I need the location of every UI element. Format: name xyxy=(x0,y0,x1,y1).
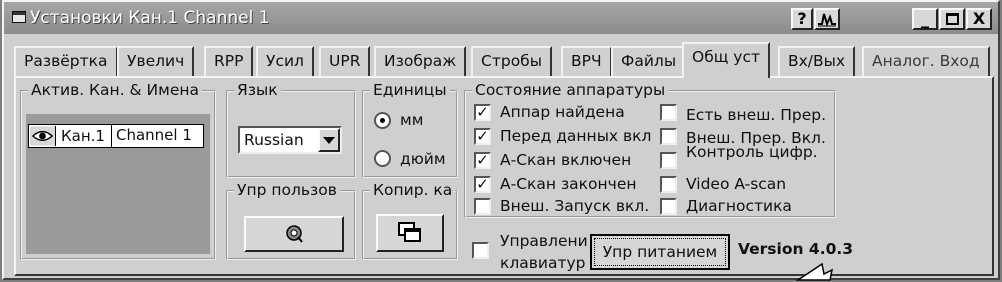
tab-analog-input[interactable]: Аналог. Вход xyxy=(862,46,990,76)
digital-control-label: Контроль цифр. xyxy=(686,143,818,161)
ext-trigger-label: Внеш. Запуск вкл. xyxy=(500,197,650,215)
tab-label: UPR xyxy=(329,52,361,70)
tab-io[interactable]: Вх/Вых xyxy=(778,46,856,76)
diagnostics-label: Диагностика xyxy=(686,197,792,215)
diagnostics-checkbox[interactable] xyxy=(660,198,677,215)
tab-label: RPP xyxy=(214,52,244,70)
power-management-button[interactable]: Упр питанием xyxy=(590,234,730,270)
user-management-button[interactable] xyxy=(244,216,344,252)
tab-label: Файлы xyxy=(621,52,677,70)
video-ascan-checkbox[interactable] xyxy=(660,176,677,193)
mouse-cursor-icon xyxy=(795,262,834,281)
title-bar[interactable]: Установки Кан.1 Channel 1 ? _ X xyxy=(4,2,998,34)
tab-gates[interactable]: Стробы xyxy=(471,46,552,76)
tab-upr[interactable]: UPR xyxy=(319,46,371,76)
help-icon: ? xyxy=(797,9,807,28)
hardware-status-title: Состояние аппаратуры xyxy=(472,81,669,99)
tab-gain[interactable]: Усил xyxy=(256,46,314,76)
hw-found-checkbox[interactable]: ✓ xyxy=(474,104,491,121)
power-management-label: Упр питанием xyxy=(594,238,726,266)
tab-label: Увелич xyxy=(127,52,185,70)
help-button[interactable]: ? xyxy=(791,8,813,30)
tab-label: Вх/Вых xyxy=(788,52,846,70)
active-channels-group: Актив. Кан. & Имена Кан.1 Channel 1 xyxy=(20,81,216,260)
channel-name-field[interactable]: Channel 1 xyxy=(111,124,203,148)
tab-tcg[interactable]: ВРЧ xyxy=(561,46,612,76)
eye-icon[interactable] xyxy=(30,126,56,146)
tab-zoom[interactable]: Увелич xyxy=(117,46,195,76)
close-button[interactable]: X xyxy=(966,8,992,30)
ext-trigger-checkbox[interactable] xyxy=(474,198,491,215)
ext-interrupt-exists-label: Есть внеш. Прер. xyxy=(686,106,827,124)
user-management-title: Упр пользов xyxy=(234,181,340,199)
tab-label: Развёртка xyxy=(24,52,108,70)
channel-list: Кан.1 Channel 1 xyxy=(26,114,210,254)
ascan-on-checkbox[interactable]: ✓ xyxy=(474,152,491,169)
user-management-icon xyxy=(286,225,303,243)
language-group: Язык Russian xyxy=(226,81,356,178)
digital-control-checkbox[interactable] xyxy=(660,152,677,169)
tab-label: ВРЧ xyxy=(571,52,602,70)
signal-chart-icon xyxy=(818,13,836,27)
radio-inch-label: дюйм xyxy=(400,150,446,168)
tab-strip: Развёртка Увелич RPP Усил UPR Изображ Ст… xyxy=(14,42,994,78)
general-settings-panel: Актив. Кан. & Имена Кан.1 Channel 1 Язык… xyxy=(14,76,994,281)
version-label: Version 4.0.3 xyxy=(738,240,854,258)
radio-inch[interactable] xyxy=(374,150,391,167)
settings-window: Установки Кан.1 Channel 1 ? _ X Развёртк… xyxy=(2,0,1000,281)
tab-label: Общ уст xyxy=(692,48,761,66)
ascan-on-label: А-Скан включен xyxy=(500,151,632,169)
language-value: Russian xyxy=(244,131,304,149)
dropdown-button[interactable] xyxy=(318,128,340,152)
tab-label: Стробы xyxy=(481,52,542,70)
tab-general-settings[interactable]: Общ уст xyxy=(682,42,771,78)
video-ascan-label: Video A-scan xyxy=(686,175,787,193)
copy-windows-icon xyxy=(398,222,421,242)
radio-mm[interactable] xyxy=(374,112,391,129)
ext-interrupt-on-checkbox[interactable] xyxy=(660,128,677,145)
channel-row[interactable]: Кан.1 Channel 1 xyxy=(28,124,204,148)
active-channels-title: Актив. Кан. & Имена xyxy=(28,81,203,99)
chevron-down-icon xyxy=(323,137,335,144)
channel-id: Кан.1 xyxy=(61,127,105,145)
tab-image[interactable]: Изображ xyxy=(374,46,467,76)
maximize-button[interactable] xyxy=(939,8,965,30)
units-group: Единицы мм дюйм xyxy=(362,81,458,178)
language-title: Язык xyxy=(234,81,281,99)
language-select[interactable]: Russian xyxy=(238,126,342,154)
copy-channel-button[interactable] xyxy=(376,214,444,252)
tab-label: Аналог. Вход xyxy=(872,52,980,70)
tab-label: Усил xyxy=(266,52,304,70)
minimize-icon: _ xyxy=(921,9,929,28)
data-transfer-checkbox[interactable]: ✓ xyxy=(474,128,491,145)
copy-channel-group: Копир. ка xyxy=(362,181,458,260)
data-transfer-label: Перед данных вкл xyxy=(500,127,652,145)
keyboard-control-label-1: Управлени xyxy=(500,232,588,250)
tab-sweep[interactable]: Развёртка xyxy=(14,46,118,76)
units-title: Единицы xyxy=(370,81,450,99)
copy-channel-title: Копир. ка xyxy=(370,181,456,199)
window-app-icon xyxy=(12,11,26,23)
tab-files[interactable]: Файлы xyxy=(611,46,687,76)
hardware-status-group: Состояние аппаратуры ✓ Аппар найдена ✓ П… xyxy=(464,81,836,218)
hw-found-label: Аппар найдена xyxy=(500,103,625,121)
ascan-done-checkbox[interactable]: ✓ xyxy=(474,176,491,193)
ascan-done-label: А-Скан закончен xyxy=(500,175,637,193)
tab-rpp[interactable]: RPP xyxy=(204,46,254,76)
user-management-group: Упр пользов xyxy=(226,181,356,260)
radio-mm-label: мм xyxy=(400,111,424,129)
keyboard-control-checkbox[interactable] xyxy=(472,242,489,259)
chart-button[interactable] xyxy=(814,8,840,30)
window-title: Установки Кан.1 Channel 1 xyxy=(30,8,270,28)
close-icon: X xyxy=(972,9,986,28)
maximize-icon xyxy=(945,13,959,25)
ext-interrupt-exists-checkbox[interactable] xyxy=(660,104,677,121)
keyboard-control-label-2: клавиатур xyxy=(500,254,586,272)
tab-label: Изображ xyxy=(384,52,457,70)
minimize-button[interactable]: _ xyxy=(912,8,938,30)
